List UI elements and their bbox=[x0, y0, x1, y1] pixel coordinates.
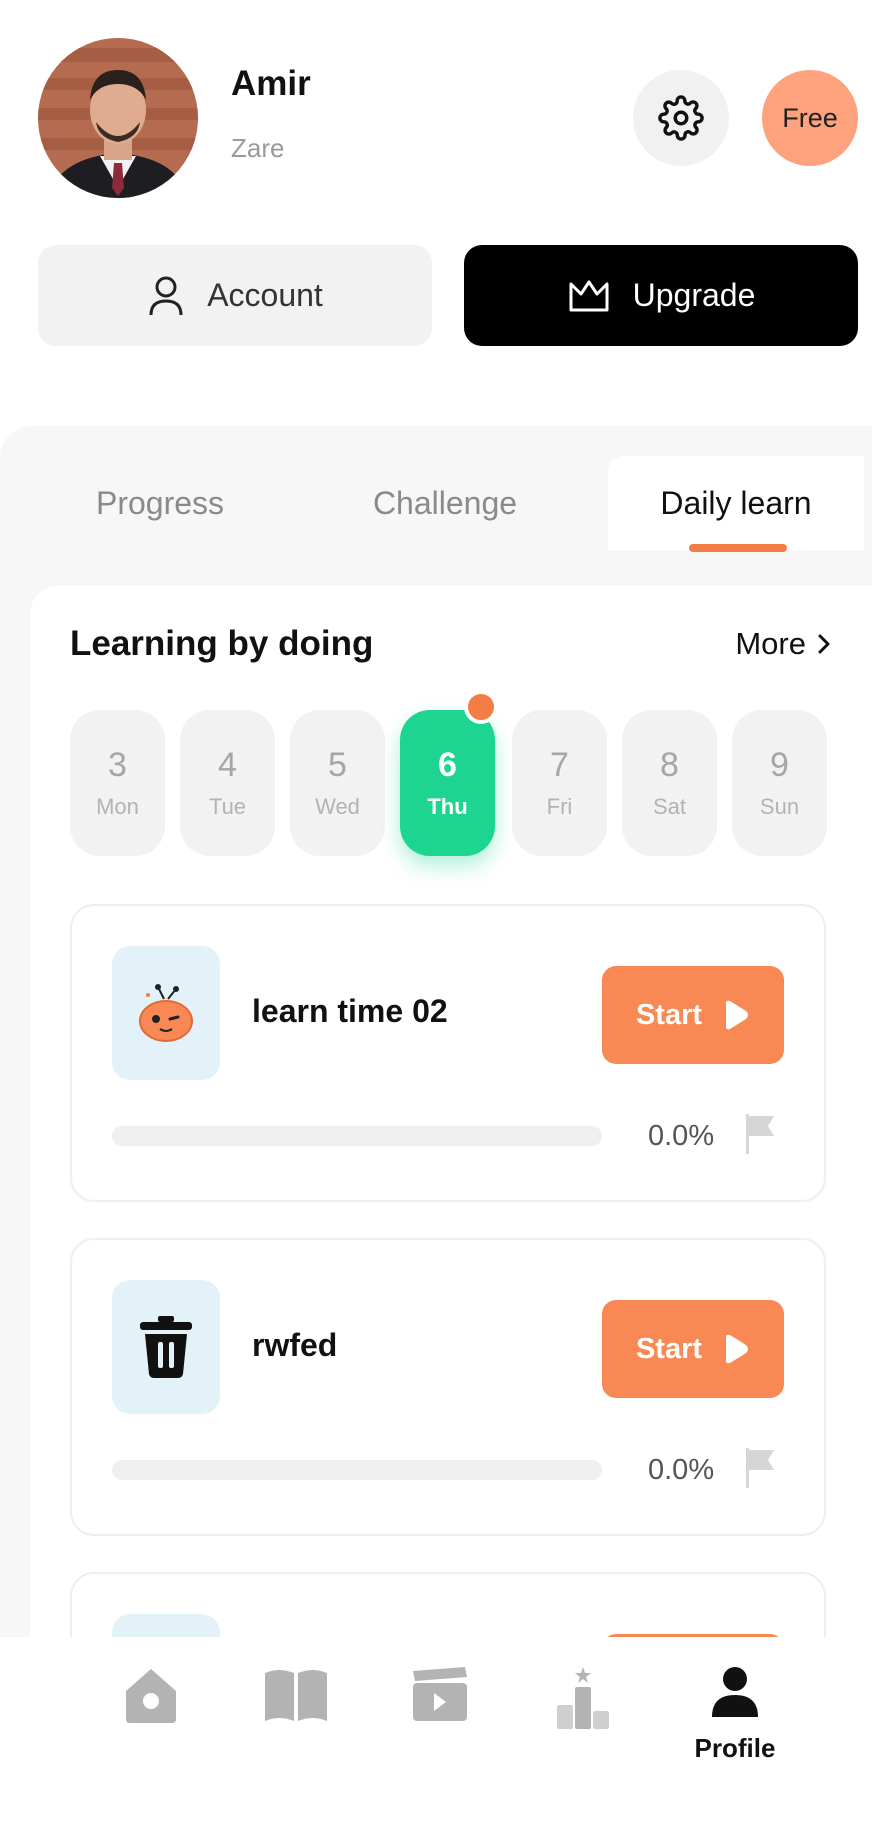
tab-challenge[interactable]: Challenge bbox=[325, 456, 565, 550]
progress-percent: 0.0% bbox=[648, 1454, 715, 1486]
notification-dot bbox=[464, 690, 498, 724]
day-name: Mon bbox=[96, 794, 139, 819]
progress-bar bbox=[112, 1126, 602, 1146]
flag-icon bbox=[746, 1448, 774, 1488]
day-number: 9 bbox=[770, 746, 789, 784]
account-button[interactable]: Account bbox=[38, 245, 432, 346]
day-item[interactable]: 7 Fri bbox=[512, 710, 607, 856]
user-subtitle: Zare bbox=[231, 133, 285, 163]
trash-icon bbox=[140, 1316, 192, 1378]
active-tab-indicator bbox=[689, 544, 787, 552]
day-number: 4 bbox=[218, 746, 237, 784]
nav-leaderboard[interactable] bbox=[528, 1665, 638, 1815]
nav-profile-label: Profile bbox=[694, 1733, 776, 1763]
day-item[interactable]: 3 Mon bbox=[70, 710, 165, 856]
day-number: 8 bbox=[660, 746, 679, 784]
tab-label: Progress bbox=[95, 484, 225, 521]
lesson-thumbnail bbox=[112, 1280, 220, 1414]
settings-button[interactable] bbox=[633, 70, 729, 166]
progress-bar bbox=[112, 1460, 602, 1480]
nav-profile[interactable]: Profile bbox=[680, 1665, 790, 1815]
day-name: Sun bbox=[759, 794, 800, 819]
day-item[interactable]: 8 Sat bbox=[622, 710, 717, 856]
tab-progress[interactable]: Progress bbox=[40, 456, 280, 550]
profile-icon bbox=[712, 1667, 758, 1717]
progress-percent: 0.0% bbox=[648, 1120, 715, 1152]
book-icon bbox=[265, 1670, 327, 1721]
learning-panel: Progress Challenge Daily learn Learning … bbox=[0, 426, 872, 1646]
day-item[interactable]: 4 Tue bbox=[180, 710, 275, 856]
nav-videos[interactable] bbox=[385, 1665, 495, 1815]
lesson-card[interactable]: learn time 02 Start 0.0% bbox=[70, 904, 826, 1202]
avatar[interactable] bbox=[38, 38, 198, 198]
more-label: More bbox=[735, 626, 806, 661]
day-item[interactable]: 9 Sun bbox=[732, 710, 827, 856]
play-icon bbox=[726, 1334, 749, 1364]
flag-icon bbox=[746, 1114, 774, 1154]
start-label: Start bbox=[635, 1332, 703, 1365]
day-number: 6 bbox=[438, 746, 457, 784]
upgrade-label: Upgrade bbox=[632, 277, 756, 313]
upgrade-button[interactable]: Upgrade bbox=[464, 245, 858, 346]
home-icon bbox=[126, 1669, 176, 1723]
nav-library[interactable] bbox=[241, 1665, 351, 1815]
start-button[interactable]: Start bbox=[602, 966, 784, 1064]
day-name: Tue bbox=[208, 794, 247, 819]
lesson-thumbnail bbox=[112, 946, 220, 1080]
leaderboard-icon bbox=[557, 1667, 609, 1729]
video-icon bbox=[413, 1667, 467, 1721]
start-button[interactable]: Start bbox=[602, 1300, 784, 1398]
tab-label: Daily learn bbox=[660, 484, 812, 521]
day-number: 3 bbox=[108, 746, 127, 784]
lesson-card[interactable] bbox=[70, 1572, 826, 1646]
nav-home[interactable] bbox=[96, 1665, 206, 1815]
section-title: Learning by doing bbox=[70, 624, 374, 663]
plan-badge[interactable]: Free bbox=[762, 70, 858, 166]
lesson-card[interactable]: rwfed Start 0.0% bbox=[70, 1238, 826, 1536]
day-name: Sat bbox=[652, 794, 687, 819]
tab-daily-learn[interactable]: Daily learn bbox=[608, 456, 864, 550]
day-name: Thu bbox=[427, 794, 468, 819]
chevron-right-icon bbox=[818, 634, 830, 654]
robot-icon bbox=[139, 984, 193, 1042]
play-icon bbox=[726, 1000, 749, 1030]
gear-icon bbox=[658, 95, 704, 141]
lesson-title: rwfed bbox=[252, 1327, 338, 1363]
start-label: Start bbox=[635, 998, 703, 1031]
user-name: Amir bbox=[231, 64, 311, 103]
bottom-navigation: Profile bbox=[0, 1637, 872, 1824]
day-selector: 3 Mon 4 Tue 5 Wed 6 Thu 7 Fri 8 Sat 9 Su… bbox=[70, 710, 827, 856]
crown-icon bbox=[569, 280, 609, 311]
tab-label: Challenge bbox=[372, 484, 518, 521]
day-item[interactable]: 5 Wed bbox=[290, 710, 385, 856]
more-link[interactable]: More bbox=[735, 626, 832, 662]
lesson-title: learn time 02 bbox=[252, 993, 448, 1029]
day-name: Wed bbox=[315, 794, 360, 819]
day-item-selected[interactable]: 6 Thu bbox=[400, 710, 495, 856]
daily-learn-card: Learning by doing More 3 Mon 4 Tue 5 Wed… bbox=[30, 586, 872, 1646]
day-number: 5 bbox=[328, 746, 347, 784]
day-name: Fri bbox=[546, 794, 573, 819]
user-icon bbox=[149, 276, 183, 315]
day-number: 7 bbox=[550, 746, 569, 784]
account-label: Account bbox=[207, 277, 323, 313]
